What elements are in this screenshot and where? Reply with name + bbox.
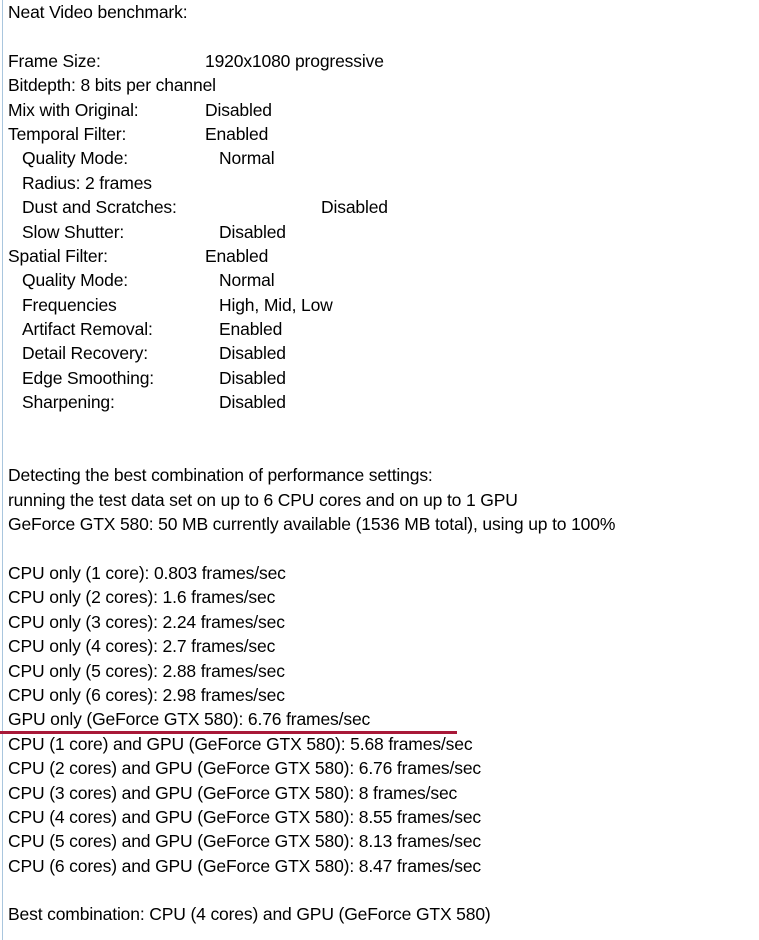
detection-scope: running the test data set on up to 6 CPU… [8,489,518,510]
setting-row: Frame Size: 1920x1080 progressive [8,49,753,73]
setting-label: Edge Smoothing: [22,367,155,388]
settings-list: Frame Size: 1920x1080 progressive Bitdepth… [8,49,753,415]
setting-row: Sharpening: Disabled [8,390,753,414]
best-combination-line: Best combination: CPU (4 cores) and GPU … [8,904,491,925]
setting-value: Normal [219,148,275,169]
benchmark-result-row: CPU (5 cores) and GPU (GeForce GTX 580):… [8,831,482,852]
setting-row: Edge Smoothing: Disabled [8,366,753,390]
setting-row: Radius: 2 frames [8,171,753,195]
setting-label: Radius: 2 frames [22,172,152,193]
setting-label: Frame Size: [8,50,101,71]
benchmark-result-row: CPU only (4 cores): 2.7 frames/sec [8,636,276,657]
gpu-only-red-underline-annotation [0,731,457,734]
setting-value: Disabled [219,392,286,413]
setting-label: Artifact Removal: [22,319,153,340]
setting-value: Disabled [205,99,272,120]
setting-value: Enabled [205,123,269,144]
left-margin-rule [2,0,3,940]
detection-heading: Detecting the best combination of perfor… [8,465,433,486]
setting-value: High, Mid, Low [219,294,333,315]
benchmark-result-row: CPU (4 cores) and GPU (GeForce GTX 580):… [8,806,482,827]
setting-label: Bitdepth: 8 bits per channel [8,75,216,96]
benchmark-result-row: CPU (1 core) and GPU (GeForce GTX 580): … [8,733,473,754]
benchmark-result-row: CPU only (2 cores): 1.6 frames/sec [8,587,276,608]
setting-label: Temporal Filter: [8,123,127,144]
setting-label: Spatial Filter: [8,245,108,266]
setting-label: Quality Mode: [22,270,129,291]
setting-value: Disabled [219,221,286,242]
benchmark-result-row: CPU only (3 cores): 2.24 frames/sec [8,611,285,632]
gpu-memory-info: GeForce GTX 580: 50 MB currently availab… [8,514,616,535]
setting-row: Spatial Filter: Enabled [8,244,753,268]
benchmark-result-row: CPU only (6 cores): 2.98 frames/sec [8,684,285,705]
setting-row: Detail Recovery: Disabled [8,341,753,365]
setting-label: Slow Shutter: [22,221,125,242]
benchmark-result-row: CPU (6 cores) and GPU (GeForce GTX 580):… [8,855,482,876]
setting-value: Enabled [205,245,269,266]
benchmark-results-list: CPU only (1 core): 0.803 frames/sec CPU o… [8,561,753,878]
setting-value: Enabled [219,319,283,340]
setting-label: Mix with Original: [8,99,139,120]
setting-value: Normal [219,270,275,291]
setting-value: Disabled [219,343,286,364]
setting-value: Disabled [219,367,286,388]
setting-row: Slow Shutter: Disabled [8,220,753,244]
setting-label: Frequencies [22,294,117,315]
setting-row: Quality Mode: Normal [8,268,753,292]
setting-row: Quality Mode: Normal [8,146,753,170]
setting-row: Mix with Original: Disabled [8,98,753,122]
setting-row: Bitdepth: 8 bits per channel [8,73,753,97]
setting-value: Disabled [321,197,388,218]
benchmark-result-row: CPU (2 cores) and GPU (GeForce GTX 580):… [8,758,482,779]
setting-value: 1920x1080 progressive [205,50,384,71]
benchmark-report: Neat Video benchmark: Frame Size: 1920x10… [8,0,753,927]
setting-label: Quality Mode: [22,148,129,169]
benchmark-result-row: CPU only (1 core): 0.803 frames/sec [8,562,286,583]
benchmark-result-row-highlighted: GPU only (GeForce GTX 580): 6.76 frames/… [8,709,371,730]
benchmark-result-row: CPU (3 cores) and GPU (GeForce GTX 580):… [8,782,458,803]
setting-row: Frequencies High, Mid, Low [8,293,753,317]
setting-row: Dust and Scratches: Disabled [8,195,753,219]
setting-label: Dust and Scratches: [22,197,177,218]
report-title: Neat Video benchmark: [8,2,188,22]
setting-row: Artifact Removal: Enabled [8,317,753,341]
setting-row: Temporal Filter: Enabled [8,122,753,146]
benchmark-result-row: CPU only (5 cores): 2.88 frames/sec [8,660,285,681]
setting-label: Sharpening: [22,392,115,413]
setting-label: Detail Recovery: [22,343,148,364]
